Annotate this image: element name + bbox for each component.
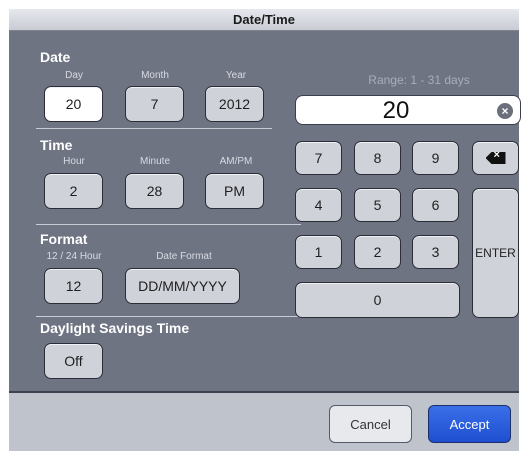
ampm-label: AM/PM: [219, 156, 253, 167]
date-section-title: Date: [40, 49, 71, 65]
key-6[interactable]: 6: [412, 188, 459, 222]
hour-format-button[interactable]: 12: [44, 268, 103, 304]
section-divider: [36, 128, 272, 129]
year-label: Year: [225, 70, 247, 81]
enter-button[interactable]: ENTER: [472, 188, 519, 318]
entry-value: 20: [382, 97, 410, 124]
clear-icon[interactable]: ×: [497, 103, 513, 119]
accept-button[interactable]: Accept: [428, 405, 511, 443]
key-0[interactable]: 0: [295, 282, 460, 318]
day-button[interactable]: 20: [44, 86, 103, 122]
settings-panel: Date Day Month Year 20 7 2012 Time Hour …: [9, 31, 521, 393]
dst-button[interactable]: Off: [44, 343, 103, 379]
key-7[interactable]: 7: [295, 141, 342, 175]
key-8[interactable]: 8: [354, 141, 401, 175]
key-1[interactable]: 1: [295, 235, 342, 269]
key-4[interactable]: 4: [295, 188, 342, 222]
hour-format-label: 12 / 24 Hour: [46, 251, 102, 262]
key-3[interactable]: 3: [412, 235, 459, 269]
minute-label: Minute: [139, 156, 170, 167]
range-label: Range: 1 - 31 days: [368, 73, 470, 87]
date-format-button[interactable]: DD/MM/YYYY: [125, 268, 240, 304]
key-5[interactable]: 5: [354, 188, 401, 222]
time-section-title: Time: [40, 137, 73, 153]
year-button[interactable]: 2012: [205, 86, 264, 122]
dst-section-title: Daylight Savings Time: [40, 320, 190, 336]
backspace-icon: ×: [485, 152, 506, 164]
window-title: Date/Time: [9, 9, 519, 31]
section-divider: [36, 316, 301, 317]
format-section-title: Format: [40, 231, 88, 247]
ampm-button[interactable]: PM: [205, 173, 264, 209]
minute-button[interactable]: 28: [125, 173, 184, 209]
day-label: Day: [65, 70, 83, 81]
cancel-button[interactable]: Cancel: [329, 405, 412, 443]
key-9[interactable]: 9: [412, 141, 459, 175]
month-label: Month: [141, 70, 169, 81]
date-format-label: Date Format: [156, 251, 212, 262]
key-2[interactable]: 2: [354, 235, 401, 269]
entry-field[interactable]: 20 ×: [295, 95, 521, 125]
backspace-button[interactable]: ×: [472, 141, 519, 175]
section-divider: [36, 224, 301, 225]
hour-label: Hour: [63, 156, 85, 167]
month-button[interactable]: 7: [125, 86, 184, 122]
hour-button[interactable]: 2: [44, 173, 103, 209]
